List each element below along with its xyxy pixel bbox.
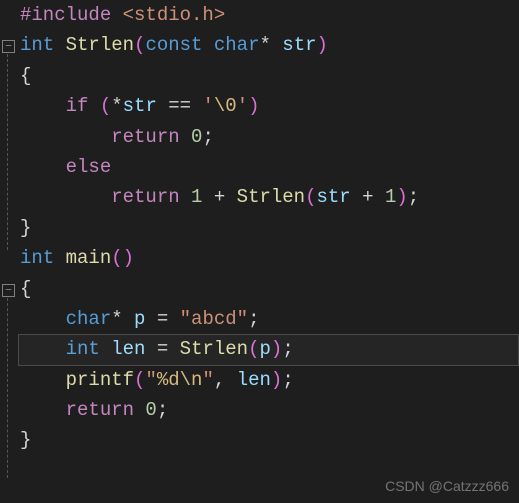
code-line: return 0; bbox=[20, 122, 519, 152]
code-line: int Strlen(const char* str) bbox=[20, 30, 519, 60]
code-line: #include <stdio.h> bbox=[20, 0, 519, 30]
code-editor: − − #include <stdio.h> int Strlen(const … bbox=[0, 0, 519, 503]
code-line: else bbox=[20, 152, 519, 182]
code-line: int main() bbox=[20, 243, 519, 273]
code-line: char* p = "abcd"; bbox=[20, 304, 519, 334]
code-line: { bbox=[20, 274, 519, 304]
code-line: } bbox=[20, 425, 519, 455]
code-line: } bbox=[20, 213, 519, 243]
code-line: return 0; bbox=[20, 395, 519, 425]
fold-box[interactable]: − bbox=[2, 40, 15, 53]
code-line: { bbox=[20, 61, 519, 91]
code-line: return 1 + Strlen(str + 1); bbox=[20, 182, 519, 212]
code-line: if (*str == '\0') bbox=[20, 91, 519, 121]
fold-gutter: − − bbox=[0, 0, 18, 503]
code-line: printf("%d\n", len); bbox=[20, 365, 519, 395]
code-line: int len = Strlen(p); bbox=[20, 334, 519, 364]
fold-box[interactable]: − bbox=[2, 284, 15, 297]
watermark: CSDN @Catzzz666 bbox=[385, 475, 509, 497]
code-area[interactable]: #include <stdio.h> int Strlen(const char… bbox=[18, 0, 519, 503]
